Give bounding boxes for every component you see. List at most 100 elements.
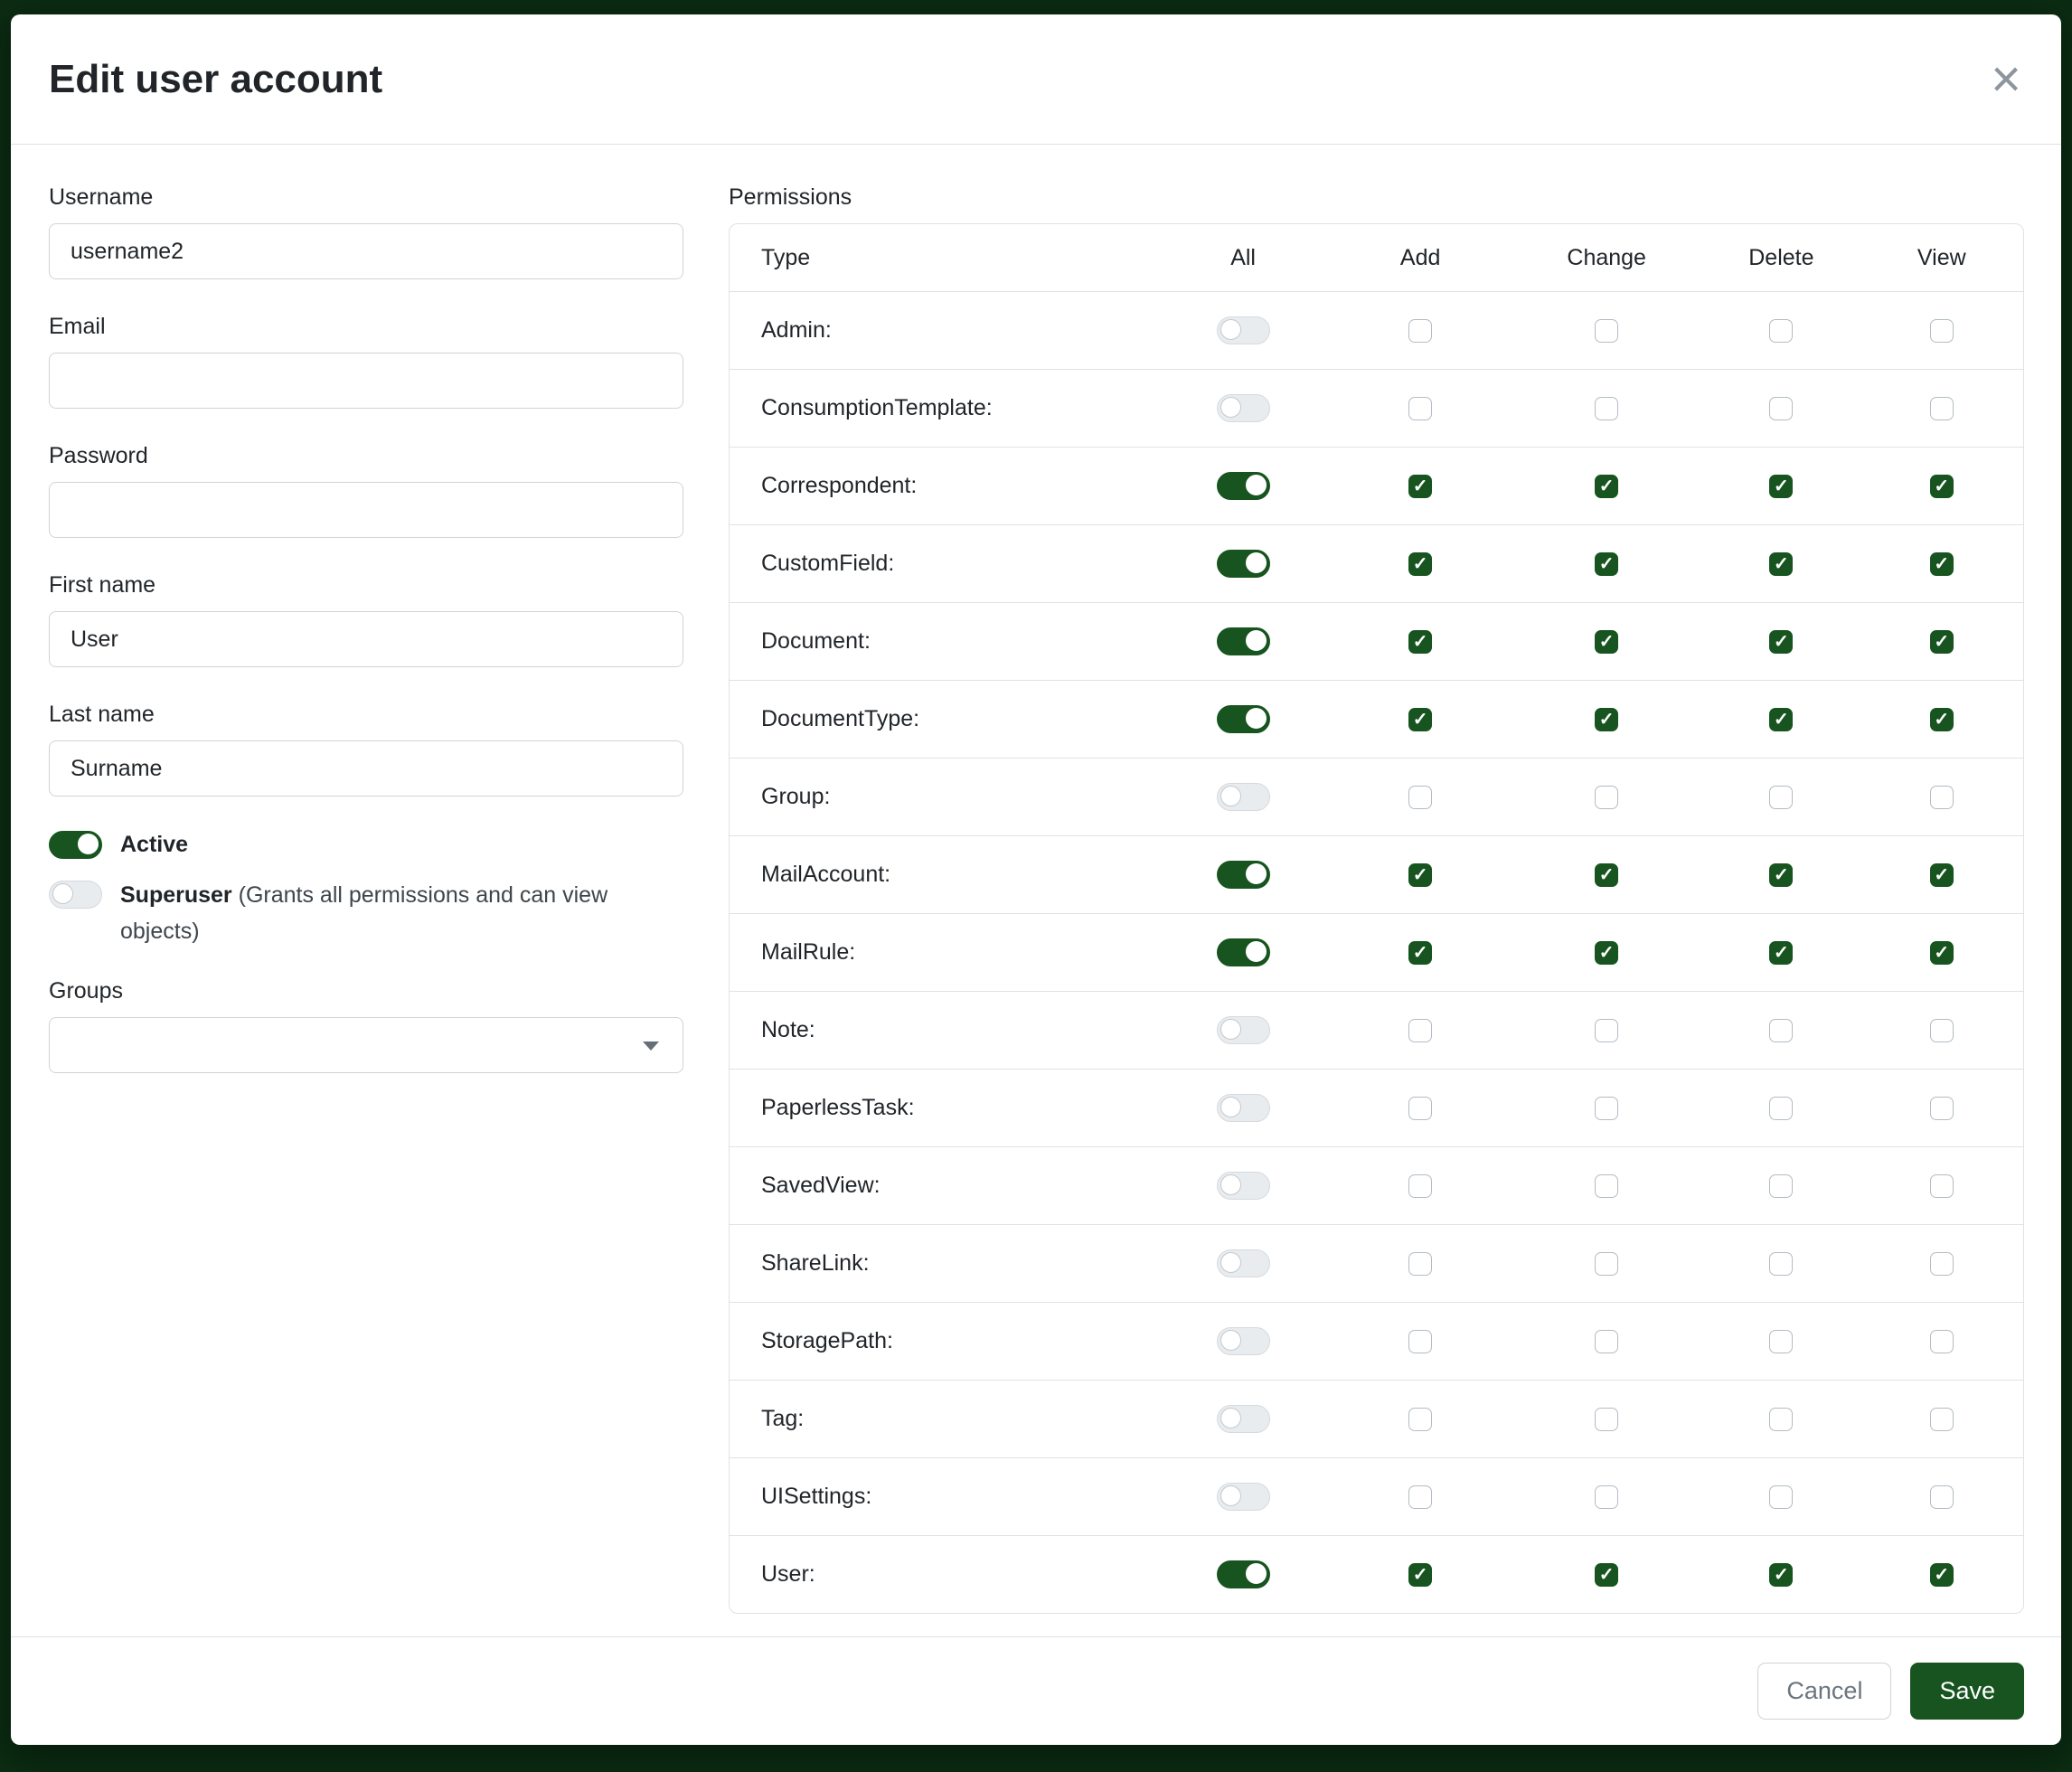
permission-delete-checkbox[interactable] — [1769, 1252, 1793, 1276]
permission-delete-checkbox[interactable] — [1769, 1330, 1793, 1353]
permission-all-toggle[interactable] — [1217, 550, 1270, 578]
permission-change-checkbox[interactable] — [1595, 1485, 1618, 1509]
permission-all-toggle[interactable] — [1217, 1405, 1270, 1433]
permission-view-checkbox[interactable] — [1930, 941, 1954, 965]
permission-all-toggle[interactable] — [1217, 472, 1270, 500]
permission-delete-checkbox[interactable] — [1769, 941, 1793, 965]
permission-change-checkbox[interactable] — [1595, 1174, 1618, 1198]
cancel-button[interactable]: Cancel — [1757, 1663, 1891, 1720]
permission-view-checkbox[interactable] — [1930, 1019, 1954, 1042]
permission-view-checkbox[interactable] — [1930, 786, 1954, 809]
permission-change-checkbox[interactable] — [1595, 552, 1618, 576]
permission-view-checkbox[interactable] — [1930, 1563, 1954, 1587]
permission-change-checkbox[interactable] — [1595, 1330, 1618, 1353]
permission-view-checkbox[interactable] — [1930, 708, 1954, 731]
close-button[interactable]: × — [1991, 53, 2021, 106]
permission-add-checkbox[interactable] — [1408, 1252, 1432, 1276]
permission-view-checkbox[interactable] — [1930, 1330, 1954, 1353]
permission-add-checkbox[interactable] — [1408, 1330, 1432, 1353]
permission-delete-checkbox[interactable] — [1769, 708, 1793, 731]
permission-delete-checkbox[interactable] — [1769, 1174, 1793, 1198]
save-button[interactable]: Save — [1910, 1663, 2024, 1720]
permission-change-checkbox[interactable] — [1595, 475, 1618, 498]
permission-all-toggle[interactable] — [1217, 1483, 1270, 1511]
permission-all-toggle[interactable] — [1217, 394, 1270, 422]
permission-add-checkbox[interactable] — [1408, 1408, 1432, 1431]
email-input[interactable] — [49, 353, 683, 409]
permission-delete-checkbox[interactable] — [1769, 1019, 1793, 1042]
permission-delete-checkbox[interactable] — [1769, 863, 1793, 887]
permission-change-checkbox[interactable] — [1595, 863, 1618, 887]
toggle-knob — [1220, 397, 1241, 418]
permission-delete-checkbox[interactable] — [1769, 1485, 1793, 1509]
permission-change-checkbox[interactable] — [1595, 630, 1618, 654]
last-name-input[interactable] — [49, 740, 683, 796]
first-name-input[interactable] — [49, 611, 683, 667]
permission-view-checkbox[interactable] — [1930, 1408, 1954, 1431]
permission-delete-checkbox[interactable] — [1769, 552, 1793, 576]
permission-delete-checkbox[interactable] — [1769, 1408, 1793, 1431]
permission-all-toggle[interactable] — [1217, 938, 1270, 966]
permission-add-checkbox[interactable] — [1408, 1485, 1432, 1509]
permission-add-checkbox[interactable] — [1408, 941, 1432, 965]
permission-change-checkbox[interactable] — [1595, 786, 1618, 809]
permission-all-toggle[interactable] — [1217, 1016, 1270, 1044]
permission-change-checkbox[interactable] — [1595, 1252, 1618, 1276]
permission-add-checkbox[interactable] — [1408, 863, 1432, 887]
active-toggle[interactable] — [49, 831, 102, 859]
permission-change-checkbox[interactable] — [1595, 708, 1618, 731]
permission-add-checkbox[interactable] — [1408, 1174, 1432, 1198]
permission-all-toggle[interactable] — [1217, 1560, 1270, 1588]
permission-all-toggle[interactable] — [1217, 705, 1270, 733]
permission-view-checkbox[interactable] — [1930, 630, 1954, 654]
permission-add-checkbox[interactable] — [1408, 475, 1432, 498]
permission-add-checkbox[interactable] — [1408, 786, 1432, 809]
permission-add-checkbox[interactable] — [1408, 630, 1432, 654]
permission-add-checkbox[interactable] — [1408, 1019, 1432, 1042]
permission-all-toggle[interactable] — [1217, 783, 1270, 811]
permission-delete-checkbox[interactable] — [1769, 1097, 1793, 1120]
permission-add-checkbox[interactable] — [1408, 397, 1432, 420]
permission-view-checkbox[interactable] — [1930, 475, 1954, 498]
permission-change-checkbox[interactable] — [1595, 941, 1618, 965]
groups-select[interactable] — [49, 1017, 683, 1073]
permission-all-toggle[interactable] — [1217, 1094, 1270, 1122]
permission-change-checkbox[interactable] — [1595, 1563, 1618, 1587]
permission-delete-checkbox[interactable] — [1769, 475, 1793, 498]
superuser-toggle[interactable] — [49, 881, 102, 909]
permission-all-toggle[interactable] — [1217, 1172, 1270, 1200]
permission-delete-checkbox[interactable] — [1769, 1563, 1793, 1587]
permission-view-checkbox[interactable] — [1930, 552, 1954, 576]
permission-all-toggle[interactable] — [1217, 627, 1270, 655]
permission-view-checkbox[interactable] — [1930, 1174, 1954, 1198]
toggle-knob — [52, 883, 73, 904]
username-input[interactable] — [49, 223, 683, 279]
permission-view-checkbox[interactable] — [1930, 1485, 1954, 1509]
permission-view-checkbox[interactable] — [1930, 1252, 1954, 1276]
permission-delete-checkbox[interactable] — [1769, 319, 1793, 343]
permission-change-checkbox[interactable] — [1595, 319, 1618, 343]
permission-view-checkbox[interactable] — [1930, 863, 1954, 887]
password-input[interactable] — [49, 482, 683, 538]
column-header-all: All — [1156, 245, 1330, 271]
permission-add-checkbox[interactable] — [1408, 1563, 1432, 1587]
permission-change-checkbox[interactable] — [1595, 1408, 1618, 1431]
permission-view-checkbox[interactable] — [1930, 397, 1954, 420]
permission-view-checkbox[interactable] — [1930, 319, 1954, 343]
permission-all-toggle[interactable] — [1217, 1249, 1270, 1277]
permission-add-checkbox[interactable] — [1408, 319, 1432, 343]
permission-delete-checkbox[interactable] — [1769, 630, 1793, 654]
permission-add-checkbox[interactable] — [1408, 1097, 1432, 1120]
permission-all-toggle[interactable] — [1217, 316, 1270, 344]
permission-delete-checkbox[interactable] — [1769, 786, 1793, 809]
permission-all-toggle[interactable] — [1217, 861, 1270, 889]
permission-change-checkbox[interactable] — [1595, 1019, 1618, 1042]
permission-delete-checkbox[interactable] — [1769, 397, 1793, 420]
permission-add-checkbox[interactable] — [1408, 552, 1432, 576]
permission-change-checkbox[interactable] — [1595, 1097, 1618, 1120]
permission-add-checkbox[interactable] — [1408, 708, 1432, 731]
permission-change-checkbox[interactable] — [1595, 397, 1618, 420]
permission-all-toggle[interactable] — [1217, 1327, 1270, 1355]
permission-view-checkbox[interactable] — [1930, 1097, 1954, 1120]
permissions-table: Type All Add Change Delete View Admin: C… — [729, 223, 2024, 1614]
